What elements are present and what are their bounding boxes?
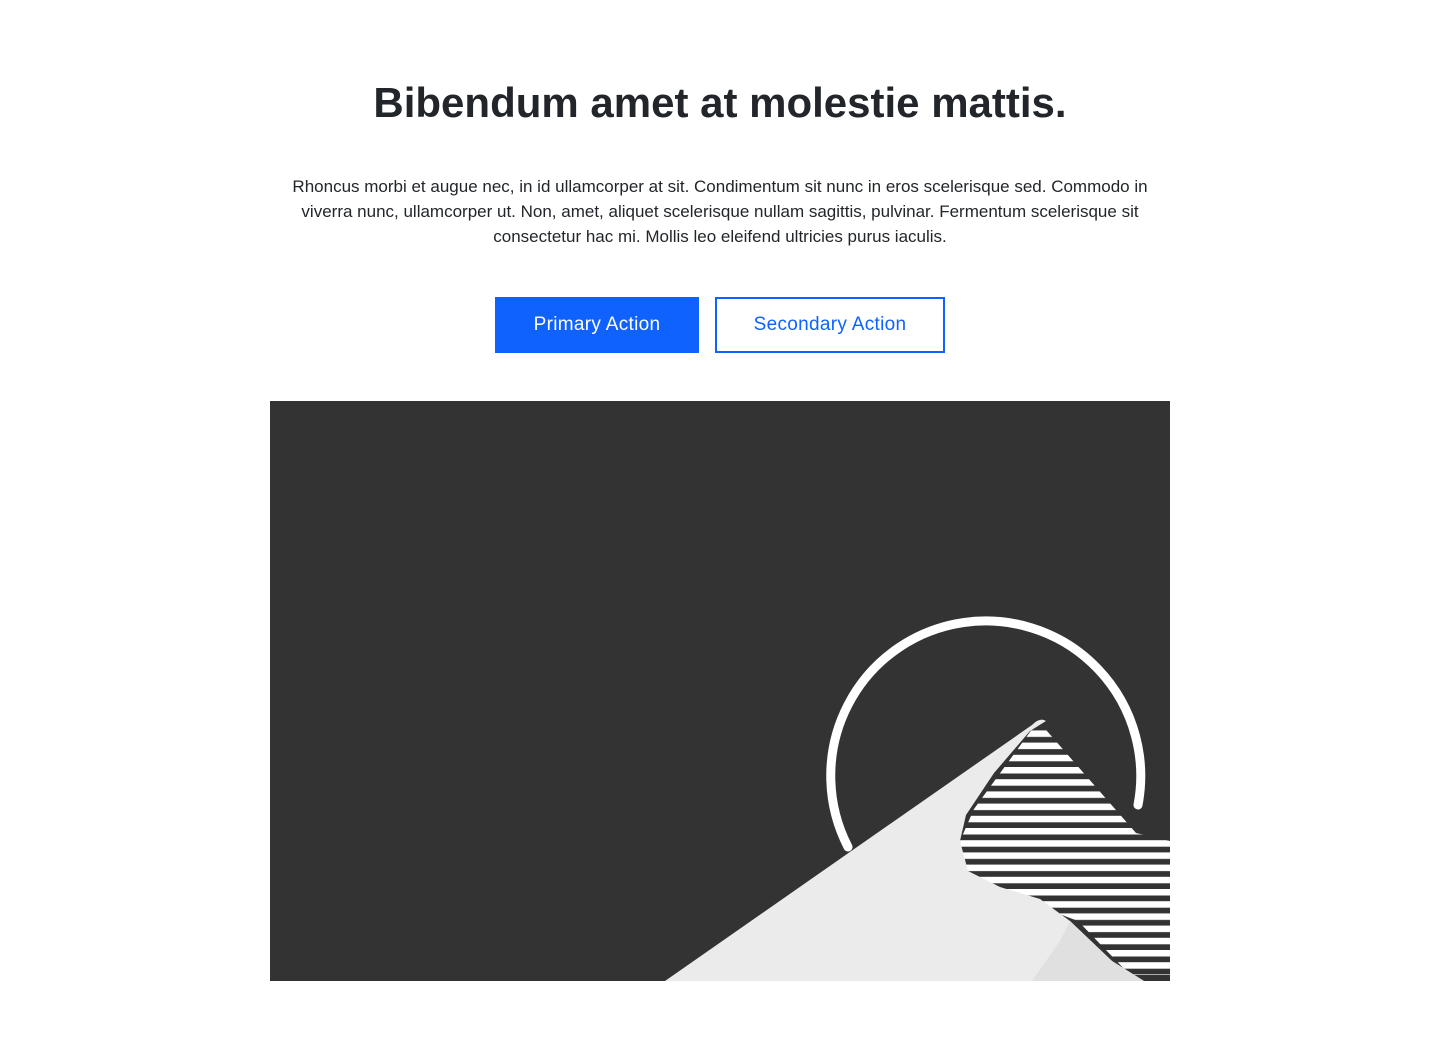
mountain-sun-illustration — [665, 616, 1170, 981]
hero-body-text: Rhoncus morbi et augue nec, in id ullamc… — [292, 177, 1148, 246]
secondary-action-button[interactable]: Secondary Action — [715, 297, 945, 353]
hero-actions: Primary Action Secondary Action — [0, 297, 1440, 353]
page: Bibendum amet at molestie mattis. Rhoncu… — [0, 0, 1440, 1061]
primary-action-button[interactable]: Primary Action — [495, 297, 699, 353]
hero-image — [270, 401, 1170, 981]
hero-title: Bibendum amet at molestie mattis. — [373, 79, 1067, 126]
